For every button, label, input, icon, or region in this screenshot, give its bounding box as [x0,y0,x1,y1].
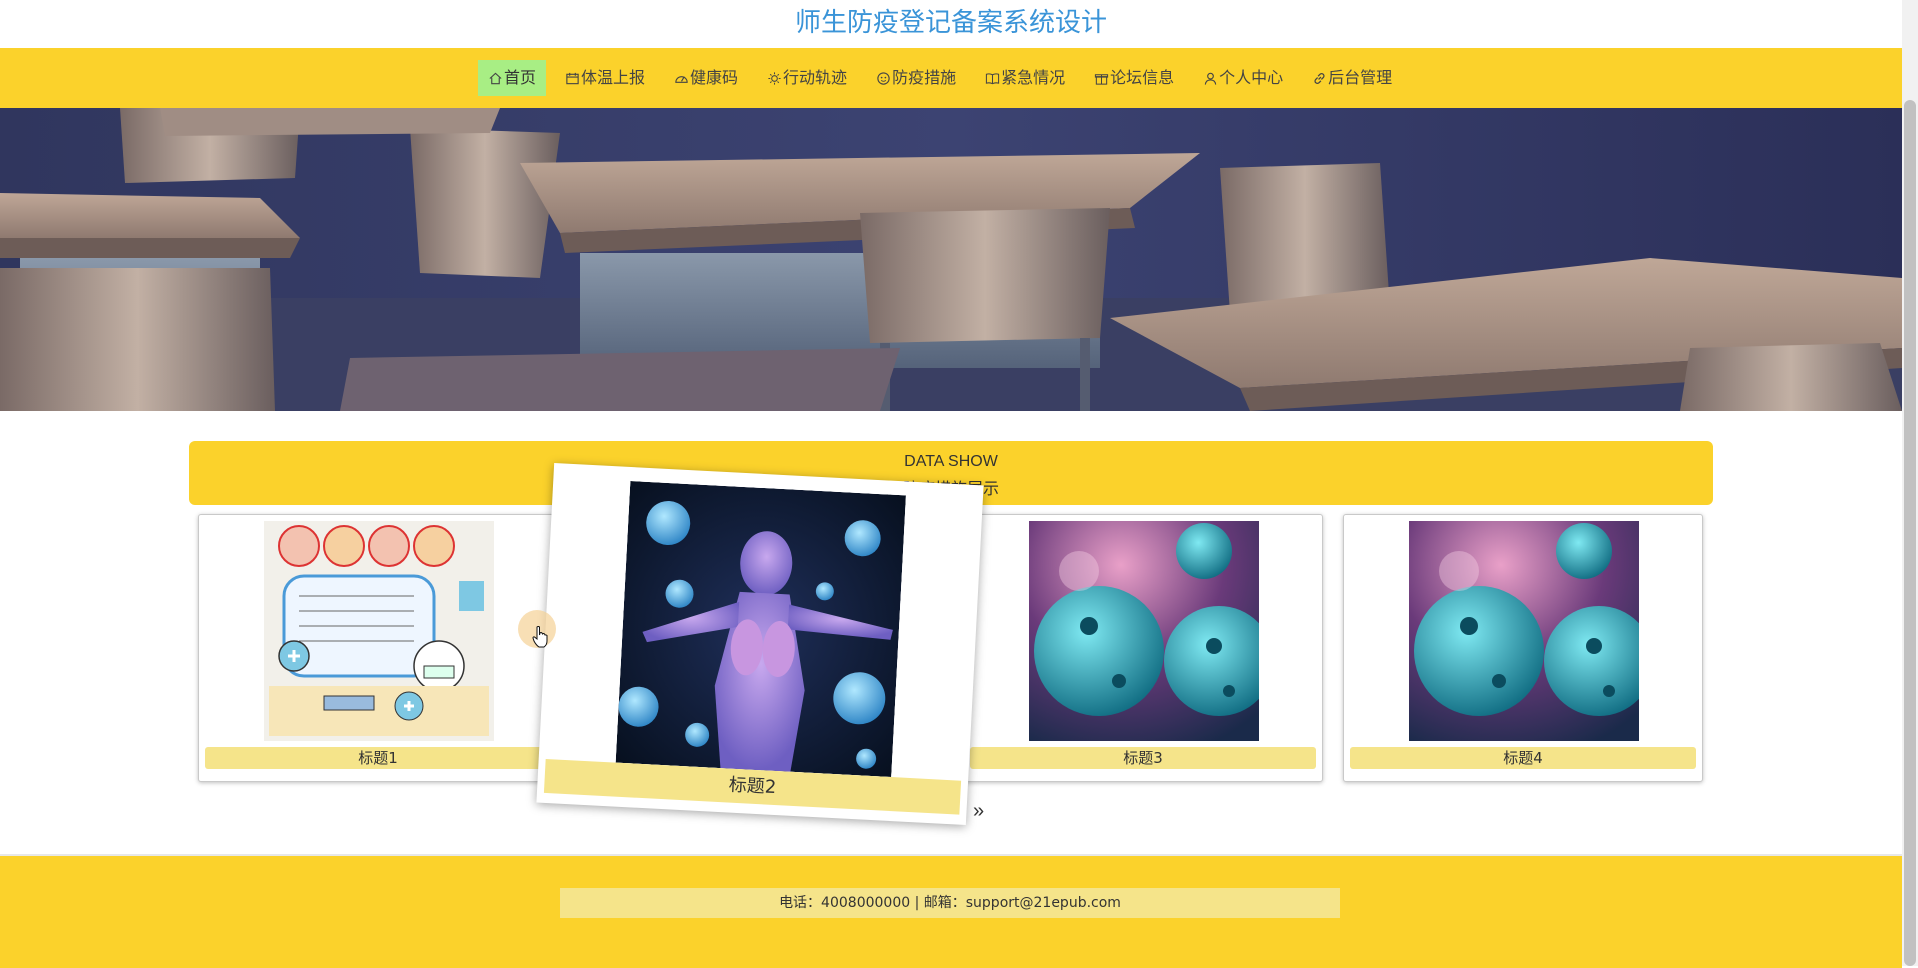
banner-image-classroom [0,108,1902,411]
card-caption: 标题4 [1350,747,1696,769]
nav-label: 行动轨迹 [783,68,848,87]
nav-item-health-code[interactable]: 健康码 [664,60,748,96]
measure-card-3[interactable]: 标题3 [963,514,1323,782]
banner-carousel[interactable] [0,108,1902,411]
nav-item-emergency[interactable]: 紧急情况 [975,60,1075,96]
footer: 电话：4008000000 | 邮箱：support@21epub.com [0,854,1902,968]
footer-contact: 电话：4008000000 | 邮箱：support@21epub.com [560,888,1340,918]
nav-item-forum[interactable]: 论坛信息 [1084,60,1184,96]
nav-label: 后台管理 [1328,68,1393,87]
nav-item-home[interactable]: 首页 [478,60,547,96]
nav-label: 个人中心 [1219,68,1284,87]
link-icon [1312,71,1327,86]
hand-cursor-icon [532,626,548,648]
face-icon [876,71,891,86]
nav-label: 健康码 [690,68,739,87]
book-icon [985,71,1000,86]
sun-icon [767,71,782,86]
calendar-icon [565,71,580,86]
nav-label: 紧急情况 [1001,68,1066,87]
gauge-icon [674,71,689,86]
measure-card-2[interactable]: 标题2 [536,462,984,826]
card-caption: 标题3 [970,747,1316,769]
home-icon [488,71,503,86]
nav-item-track[interactable]: 行动轨迹 [757,60,857,96]
measure-card-4[interactable]: 标题4 [1343,514,1703,782]
card-caption: 标题1 [205,747,551,769]
nav-label: 论坛信息 [1110,68,1175,87]
data-show-title-en: DATA SHOW [904,453,998,470]
user-icon [1203,71,1218,86]
measure-card-1[interactable]: 标题1 [198,514,558,782]
nav-label: 首页 [504,68,537,87]
nav-label: 防疫措施 [892,68,957,87]
next-page-button[interactable]: » [973,800,984,823]
nav-label: 体温上报 [581,68,646,87]
nav-item-measures[interactable]: 防疫措施 [866,60,966,96]
card-image-virus [1409,521,1639,741]
card-image-human-virus [615,480,906,778]
nav-item-admin[interactable]: 后台管理 [1302,60,1402,96]
nav-item-profile[interactable]: 个人中心 [1193,60,1293,96]
scrollbar-thumb[interactable] [1904,100,1916,966]
nav-bar: 首页 体温上报 健康码 行动轨迹 防疫措施 紧急情况 论坛信息 个人中心 后台管… [0,48,1902,108]
nav-item-temperature[interactable]: 体温上报 [555,60,655,96]
card-image-virus [1029,521,1259,741]
card-image-poster [264,521,494,741]
scrollbar[interactable] [1902,0,1918,966]
gift-icon [1094,71,1109,86]
site-title: 师生防疫登记备案系统设计 [794,8,1107,38]
